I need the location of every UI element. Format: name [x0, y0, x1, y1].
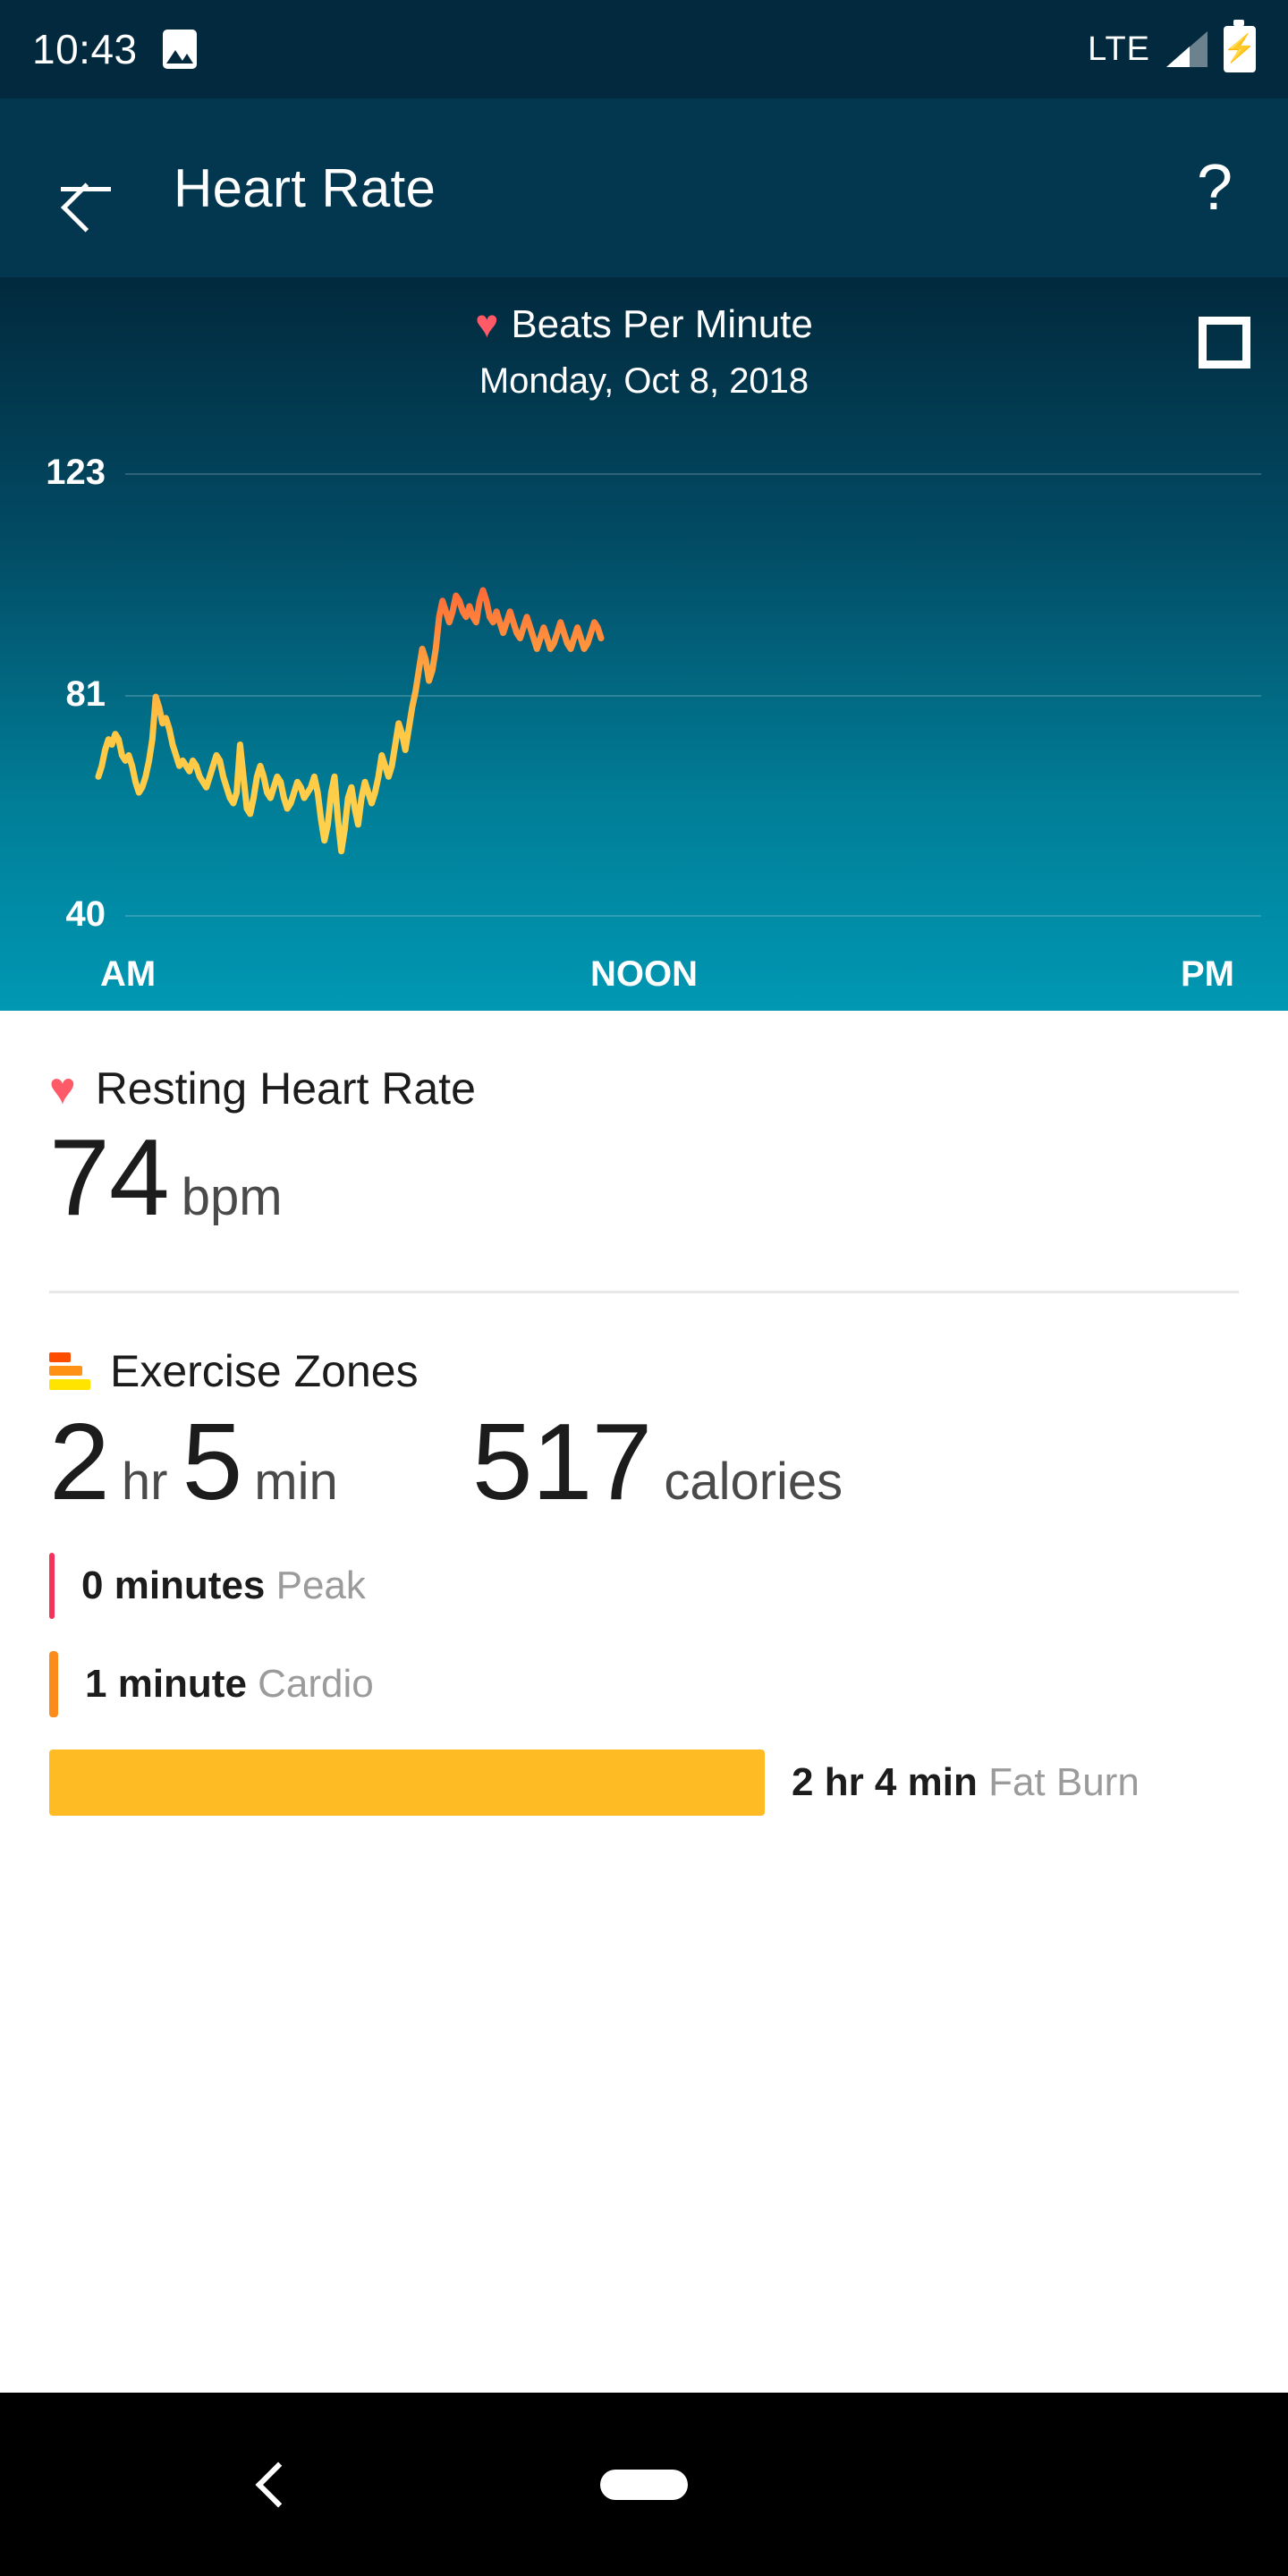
zones-minutes-value: 5 [182, 1404, 242, 1520]
exercise-zones-summary-row: 2 hr 5 min 517 calories [49, 1404, 1239, 1520]
resting-heart-rate-unit: bpm [182, 1167, 283, 1227]
zones-hours-value: 2 [49, 1404, 109, 1520]
exercise-zone-list: 0 minutes Peak 1 minute Cardio 2 hr 4 min … [49, 1553, 1239, 1816]
battery-charging-icon: ⚡ [1224, 26, 1256, 72]
signal-bars-icon [1166, 31, 1208, 67]
exercise-zone-name: Cardio [247, 1662, 374, 1706]
exercise-zone-bar [49, 1651, 58, 1717]
exercise-zones-title-row: Exercise Zones [49, 1345, 1239, 1397]
exercise-zones-card: Exercise Zones 2 hr 5 min 517 calories 0… [0, 1293, 1288, 1815]
app-bar: Heart Rate ? [0, 98, 1288, 277]
resting-heart-rate-label: Resting Heart Rate [96, 1063, 476, 1114]
exercise-zone-bar [49, 1553, 55, 1619]
x-axis-label-am: AM [100, 954, 156, 995]
image-icon [163, 30, 197, 69]
exercise-zones-icon [49, 1351, 90, 1392]
exercise-zone-bar [49, 1750, 765, 1816]
details-section: ♥ Resting Heart Rate 74 bpm Exercise Zon… [0, 1011, 1288, 2393]
help-icon[interactable]: ? [1197, 156, 1233, 220]
zones-calories-value: 517 [472, 1404, 652, 1520]
exercise-zone-label: 2 hr 4 min Fat Burn [792, 1760, 1140, 1805]
status-bar: 10:43 LTE ⚡ [0, 0, 1288, 98]
exercise-zone-duration: 1 minute [85, 1662, 247, 1706]
heart-icon: ♥ [49, 1066, 76, 1111]
zones-hours-unit: hr [122, 1452, 168, 1512]
resting-heart-rate-title-row: ♥ Resting Heart Rate [49, 1063, 1239, 1114]
nav-home-pill-icon[interactable] [600, 2470, 688, 2500]
exercise-zone-name: Peak [265, 1563, 366, 1607]
exercise-zone-row: 2 hr 4 min Fat Burn [49, 1750, 1239, 1816]
nav-back-icon[interactable] [253, 2458, 284, 2512]
status-bar-clock: 10:43 [32, 25, 138, 73]
resting-heart-rate-card: ♥ Resting Heart Rate 74 bpm [0, 1011, 1288, 1235]
exercise-zone-duration: 0 minutes [81, 1563, 265, 1607]
network-type-label: LTE [1088, 30, 1150, 69]
status-bar-system-icons: LTE ⚡ [1088, 26, 1256, 72]
exercise-zone-duration: 2 hr 4 min [792, 1760, 978, 1804]
status-bar-notification-icons [163, 30, 197, 69]
x-axis-label-noon: NOON [590, 954, 698, 995]
page-title: Heart Rate [174, 157, 436, 219]
heart-rate-line [0, 277, 1288, 1011]
phone-screen: 10:43 LTE ⚡ Heart Rate ? ♥ Beats Per Min… [0, 0, 1288, 2576]
x-axis-label-pm: PM [1181, 954, 1234, 995]
exercise-zone-row: 1 minute Cardio [49, 1651, 1239, 1717]
charging-bolt-icon: ⚡ [1223, 36, 1256, 63]
exercise-zone-row: 0 minutes Peak [49, 1553, 1239, 1619]
heart-rate-chart-panel[interactable]: ♥ Beats Per Minute Monday, Oct 8, 2018 1… [0, 277, 1288, 1011]
system-navigation-bar [0, 2393, 1288, 2576]
exercise-zones-label: Exercise Zones [110, 1345, 419, 1397]
exercise-zone-label: 1 minute Cardio [85, 1662, 374, 1707]
exercise-zone-name: Fat Burn [978, 1760, 1140, 1804]
resting-heart-rate-value: 74 [49, 1120, 169, 1235]
zones-minutes-unit: min [254, 1452, 337, 1512]
zones-calories-unit: calories [664, 1452, 843, 1512]
chart-plot-area: 123 81 40 AM NOON PM [0, 277, 1288, 1011]
resting-heart-rate-value-row: 74 bpm [49, 1120, 1239, 1235]
exercise-zone-label: 0 minutes Peak [81, 1563, 366, 1608]
back-arrow-icon[interactable] [55, 157, 118, 219]
